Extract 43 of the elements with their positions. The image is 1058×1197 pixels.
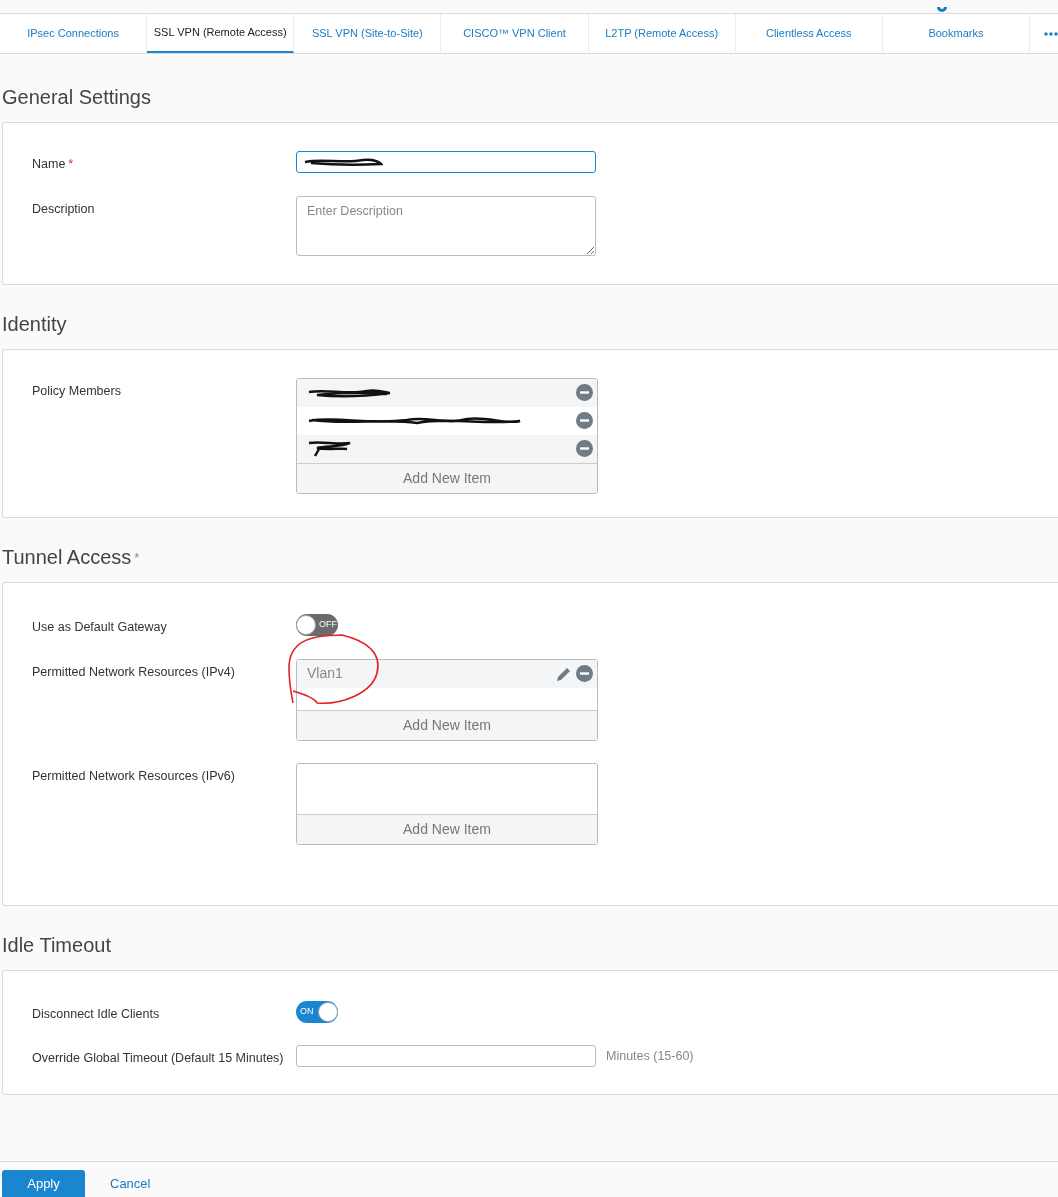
field-label: Description [32,200,95,218]
field-label: Disconnect Idle Clients [32,1005,160,1023]
tab[interactable]: SSL VPN (Remote Access) [147,14,295,53]
add-item-button[interactable]: Add New Item [297,709,597,740]
field-label: Permitted Network Resources (IPv6) [32,767,235,785]
remove-icon[interactable] [576,384,593,402]
remove-icon[interactable] [576,412,593,430]
section-heading: General Settings [2,85,151,110]
pencil-icon[interactable] [556,665,572,682]
unit-hint: Minutes (15-60) [606,1047,694,1065]
field-label: Policy Members [32,382,121,400]
tab[interactable]: SSL VPN (Site-to-Site) [294,14,442,53]
field-label: Permitted Network Resources (IPv4) [32,663,235,681]
cancel-link[interactable]: Cancel [110,1173,151,1194]
field-label: Use as Default Gateway [32,618,167,636]
remove-icon[interactable] [576,665,593,682]
description-field[interactable]: Enter Description [296,195,596,256]
gear-icon[interactable] [936,7,948,13]
item-label: Vlan1 [307,664,343,683]
list-item[interactable] [297,378,597,407]
tab[interactable]: Bookmarks [882,14,1030,53]
add-item-button[interactable]: Add New Item [297,462,597,493]
toggle-switch[interactable]: OFF [296,613,338,636]
apply-button[interactable]: Apply [2,1170,85,1197]
toggle-switch[interactable]: ON [296,1000,338,1023]
required-marker: * [134,549,140,568]
required-marker: * [68,156,74,173]
more-icon[interactable] [1044,31,1058,36]
field-label: Override Global Timeout (Default 15 Minutes) [32,1050,284,1068]
section-heading: Identity [2,311,67,337]
field-label: Name [32,156,66,173]
add-item-button[interactable]: Add New Item [297,813,597,844]
remove-icon[interactable] [576,440,593,458]
section-heading: Idle Timeout [2,932,111,958]
section-heading: Tunnel Access [2,544,132,570]
text-field[interactable] [296,151,596,173]
list-item[interactable]: Vlan1 [297,659,597,688]
list-item[interactable] [297,434,597,463]
tab[interactable]: Clientless Access [735,14,883,53]
tab[interactable]: CISCO™ VPN Client [441,14,589,53]
tab[interactable]: L2TP (Remote Access) [588,14,736,53]
tab[interactable]: IPsec Connections [0,14,148,53]
text-field[interactable] [296,1045,596,1068]
